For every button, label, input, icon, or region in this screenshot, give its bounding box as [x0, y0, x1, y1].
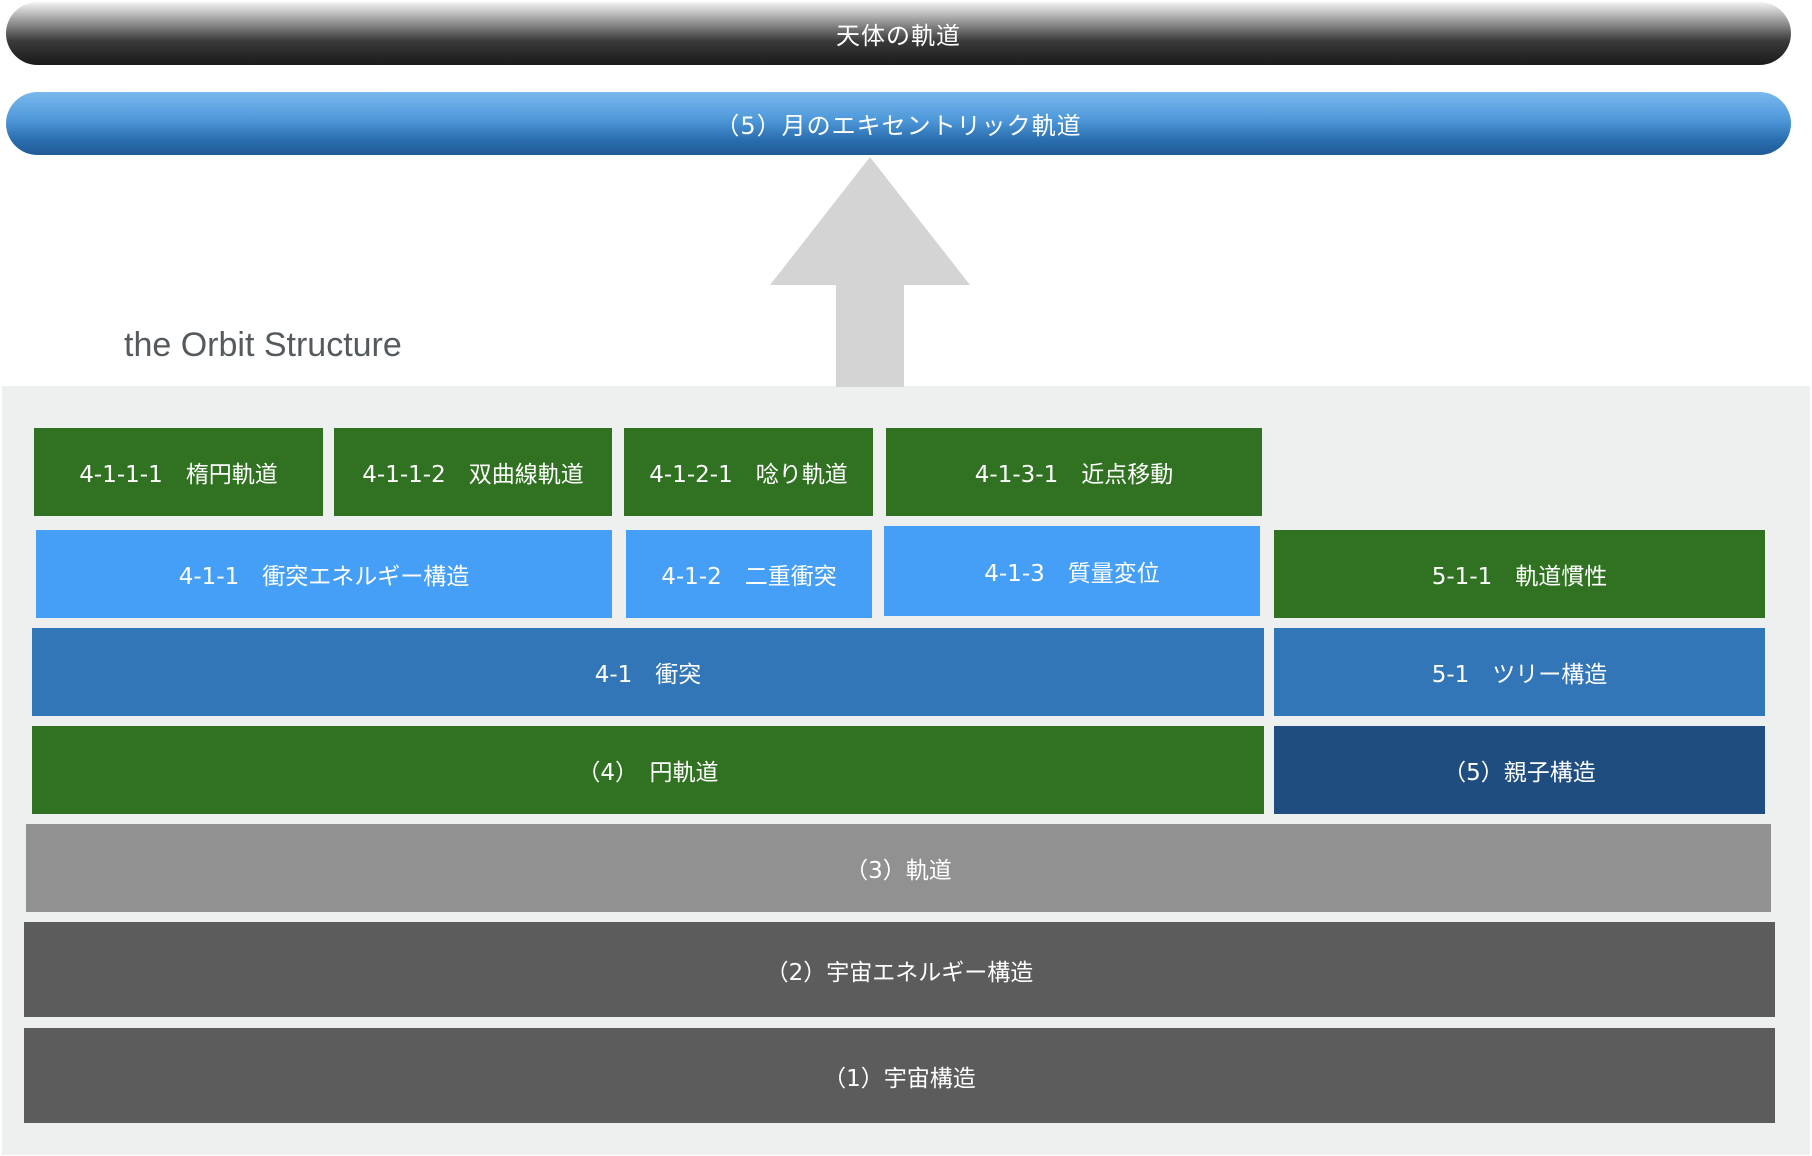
block-4-1-3-1-label: 4-1-3-1 近点移動	[974, 462, 1174, 488]
eccentric-orbit-pill: （5）月のエキセントリック軌道	[6, 92, 1791, 155]
celestial-orbit-pill: 天体の軌道	[6, 2, 1791, 65]
block-4-1-1-2: 4-1-1-2 双曲線軌道	[334, 428, 612, 516]
block-5-label: （5）親子構造	[1443, 760, 1596, 786]
block-1-label: （1）宇宙構造	[823, 1065, 976, 1092]
block-4-circular-orbit: （4） 円軌道	[32, 726, 1264, 814]
block-5-1-label: 5-1 ツリー構造	[1431, 662, 1608, 688]
diagram-title: the Orbit Structure	[124, 326, 402, 364]
block-3-label: （3）軌道	[845, 858, 952, 884]
block-3-orbit: （3）軌道	[26, 824, 1771, 912]
block-4-1-2: 4-1-2 二重衝突	[626, 530, 872, 618]
block-4-label: （4） 円軌道	[577, 760, 719, 786]
block-4-1-3-label: 4-1-3 質量変位	[984, 561, 1160, 587]
up-arrow-icon	[770, 157, 970, 387]
block-5-1-1-label: 5-1-1 軌道慣性	[1431, 564, 1608, 590]
block-4-1-1-1: 4-1-1-1 楕円軌道	[34, 428, 323, 516]
block-1-cosmic-structure: （1）宇宙構造	[24, 1028, 1775, 1123]
block-4-1-2-1: 4-1-2-1 唸り軌道	[624, 428, 873, 516]
block-2-cosmic-energy: （2）宇宙エネルギー構造	[24, 922, 1775, 1017]
block-4-1-2-label: 4-1-2 二重衝突	[661, 564, 837, 590]
orbit-structure-diagram: 天体の軌道 （5）月のエキセントリック軌道 the Orbit Structur…	[0, 0, 1812, 1156]
eccentric-orbit-label: （5）月のエキセントリック軌道	[715, 112, 1082, 140]
block-4-1: 4-1 衝突	[32, 628, 1264, 716]
block-4-1-3-1: 4-1-3-1 近点移動	[886, 428, 1262, 516]
block-4-1-3: 4-1-3 質量変位	[884, 526, 1260, 616]
block-4-1-1-2-label: 4-1-1-2 双曲線軌道	[362, 462, 584, 488]
block-4-1-2-1-label: 4-1-2-1 唸り軌道	[649, 462, 848, 488]
block-4-1-1-label: 4-1-1 衝突エネルギー構造	[178, 564, 470, 590]
block-5-1-1: 5-1-1 軌道慣性	[1274, 530, 1765, 618]
block-5-1: 5-1 ツリー構造	[1274, 628, 1765, 716]
block-5-parent-child: （5）親子構造	[1274, 726, 1765, 814]
celestial-orbit-label: 天体の軌道	[836, 22, 961, 50]
block-4-1-1: 4-1-1 衝突エネルギー構造	[36, 530, 612, 618]
block-2-label: （2）宇宙エネルギー構造	[765, 959, 1034, 986]
block-4-1-1-1-label: 4-1-1-1 楕円軌道	[79, 462, 278, 488]
block-4-1-label: 4-1 衝突	[594, 662, 702, 688]
